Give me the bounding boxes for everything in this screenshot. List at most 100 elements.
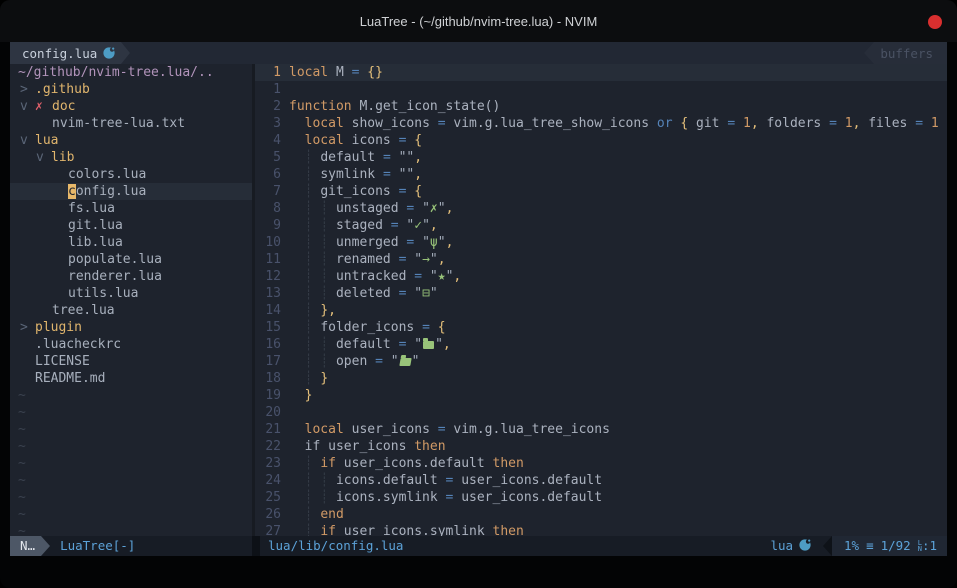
code-line-10[interactable]: 9 ┊ ┊ staged = "✓", — [255, 217, 947, 234]
powerline-separator-icon — [41, 536, 50, 556]
indent-guide: ┊ — [320, 286, 328, 301]
tabline: config.lua buffers — [10, 42, 947, 64]
line-number: 3 — [255, 115, 281, 132]
code-line-14[interactable]: 13 ┊ ┊ deleted = "⊟" — [255, 285, 947, 302]
tree-item-colors-lua[interactable]: colors.lua — [10, 166, 252, 183]
folder-open-icon — [399, 358, 411, 366]
code-line-16[interactable]: 15 ┊ folder_icons = { — [255, 319, 947, 336]
code-line-9[interactable]: 8 ┊ ┊ unstaged = "✗", — [255, 200, 947, 217]
tree-item--luacheckrc[interactable]: .luacheckrc — [10, 336, 252, 353]
chevron-right-icon[interactable]: > — [20, 81, 35, 98]
line-number: 2 — [255, 98, 281, 115]
tree-item-plugin[interactable]: >plugin — [10, 319, 252, 336]
tree-item-readme-md[interactable]: README.md — [10, 370, 252, 387]
code-line-24[interactable]: 23 ┊ if user_icons.default then — [255, 455, 947, 472]
code-line-28[interactable]: 27 ┊ if user_icons.symlink then — [255, 523, 947, 536]
code-line-7[interactable]: 6 ┊ symlink = "", — [255, 166, 947, 183]
code-line-17[interactable]: 16 ┊ ┊ default = "", — [255, 336, 947, 353]
tree-item-fs-lua[interactable]: fs.lua — [10, 200, 252, 217]
filetype-section: lua — [770, 536, 823, 556]
code-line-20[interactable]: 19 } — [255, 387, 947, 404]
code-line-25[interactable]: 24 ┊ ┊ icons.default = user_icons.defaul… — [255, 472, 947, 489]
code-line-text: local show_icons = vim.g.lua_tree_show_i… — [289, 115, 947, 132]
code-line-13[interactable]: 12 ┊ ┊ untracked = "★", — [255, 268, 947, 285]
code-line-26[interactable]: 25 ┊ ┊ icons.symlink = user_icons.defaul… — [255, 489, 947, 506]
code-line-15[interactable]: 14 ┊ }, — [255, 302, 947, 319]
powerline-separator-icon — [864, 42, 874, 64]
tree-root[interactable]: ~/github/nvim-tree.lua/.. — [10, 64, 252, 81]
code-line-8[interactable]: 7 ┊ git_icons = { — [255, 183, 947, 200]
code-line-23[interactable]: 22 if user_icons then — [255, 438, 947, 455]
tree-item-nvim-tree-lua-txt[interactable]: nvim-tree-lua.txt — [10, 115, 252, 132]
tree-item-label: tree.lua — [52, 302, 115, 319]
main-split: ~/github/nvim-tree.lua/..>.githubv✗docnv… — [10, 64, 947, 536]
empty-line: ~ — [10, 438, 252, 455]
line-number: 13 — [255, 285, 281, 302]
chevron-down-icon[interactable]: v — [20, 132, 35, 149]
code-line-text — [289, 404, 947, 421]
tree-item-git-lua[interactable]: git.lua — [10, 217, 252, 234]
empty-line: ~ — [10, 506, 252, 523]
code-line-19[interactable]: 18 ┊ } — [255, 370, 947, 387]
code-line-18[interactable]: 17 ┊ ┊ open = "" — [255, 353, 947, 370]
tree-item-renderer-lua[interactable]: renderer.lua — [10, 268, 252, 285]
code-line-text: ┊ ┊ icons.default = user_icons.default — [289, 472, 947, 489]
empty-line-tilde: ~ — [10, 455, 26, 472]
chevron-right-icon[interactable]: > — [20, 319, 35, 336]
code-line-1[interactable]: 1local M = {} — [255, 64, 947, 81]
empty-line-tilde: ~ — [10, 404, 26, 421]
tree-item-lib-lua[interactable]: lib.lua — [10, 234, 252, 251]
empty-line: ~ — [10, 472, 252, 489]
code-line-12[interactable]: 11 ┊ ┊ renamed = "→", — [255, 251, 947, 268]
column-indicator: :1 — [922, 536, 937, 556]
buffers-tab[interactable]: buffers — [874, 42, 947, 64]
tab-label: config.lua — [22, 45, 97, 62]
code-line-3[interactable]: 2 function M.get_icon_state() — [255, 98, 947, 115]
indent-guide: ┊ — [320, 473, 328, 488]
tree-item-label: config.lua — [68, 183, 146, 200]
tree-item-license[interactable]: LICENSE — [10, 353, 252, 370]
indent-guide: ┊ — [320, 218, 328, 233]
line-number: 1 — [255, 81, 281, 98]
line-number: 18 — [255, 370, 281, 387]
line-number: 8 — [255, 200, 281, 217]
tree-item-doc[interactable]: v✗doc — [10, 98, 252, 115]
chevron-down-icon[interactable]: v — [36, 149, 51, 166]
code-line-2[interactable]: 1 — [255, 81, 947, 98]
line-number: 26 — [255, 506, 281, 523]
code-line-text: ┊ ┊ unmerged = "ψ", — [289, 234, 947, 251]
code-line-21[interactable]: 20 — [255, 404, 947, 421]
tree-item-lua[interactable]: vlua — [10, 132, 252, 149]
close-button[interactable] — [928, 15, 942, 29]
code-line-text: ┊ ┊ renamed = "→", — [289, 251, 947, 268]
tree-item-label: plugin — [35, 319, 82, 336]
tree-item-lib[interactable]: vlib — [10, 149, 252, 166]
tree-item-label: fs.lua — [68, 200, 115, 217]
tree-item--github[interactable]: >.github — [10, 81, 252, 98]
tree-item-config-lua[interactable]: config.lua — [10, 183, 252, 200]
tree-item-utils-lua[interactable]: utils.lua — [10, 285, 252, 302]
code-line-11[interactable]: 10 ┊ ┊ unmerged = "ψ", — [255, 234, 947, 251]
code-line-text: ┊ ┊ staged = "✓", — [289, 217, 947, 234]
tree-item-label: colors.lua — [68, 166, 146, 183]
code-line-4[interactable]: 3 local show_icons = vim.g.lua_tree_show… — [255, 115, 947, 132]
code-line-5[interactable]: 4 local icons = { — [255, 132, 947, 149]
tree-item-populate-lua[interactable]: populate.lua — [10, 251, 252, 268]
code-line-22[interactable]: 21 local user_icons = vim.g.lua_tree_ico… — [255, 421, 947, 438]
line-number: 14 — [255, 302, 281, 319]
line-number: 24 — [255, 472, 281, 489]
code-line-27[interactable]: 26 ┊ end — [255, 506, 947, 523]
titlebar: LuaTree - (~/github/nvim-tree.lua) - NVI… — [0, 0, 957, 42]
chevron-down-icon[interactable]: v — [20, 98, 35, 115]
code-line-text: function M.get_icon_state() — [289, 98, 947, 115]
editor-area: config.lua buffers ~/github/nvim-tree.lu… — [10, 42, 947, 556]
line-count: 1/92 — [881, 536, 911, 556]
line-number: 21 — [255, 421, 281, 438]
code-line-6[interactable]: 5 ┊ default = "", — [255, 149, 947, 166]
code-line-text: ┊ }, — [289, 302, 947, 319]
tab-config-lua[interactable]: config.lua — [10, 42, 121, 64]
statusline-gap — [252, 536, 260, 556]
code-line-text: local user_icons = vim.g.lua_tree_icons — [289, 421, 947, 438]
statusline-tree: N… LuaTree[-] — [10, 536, 252, 556]
tree-item-tree-lua[interactable]: tree.lua — [10, 302, 252, 319]
